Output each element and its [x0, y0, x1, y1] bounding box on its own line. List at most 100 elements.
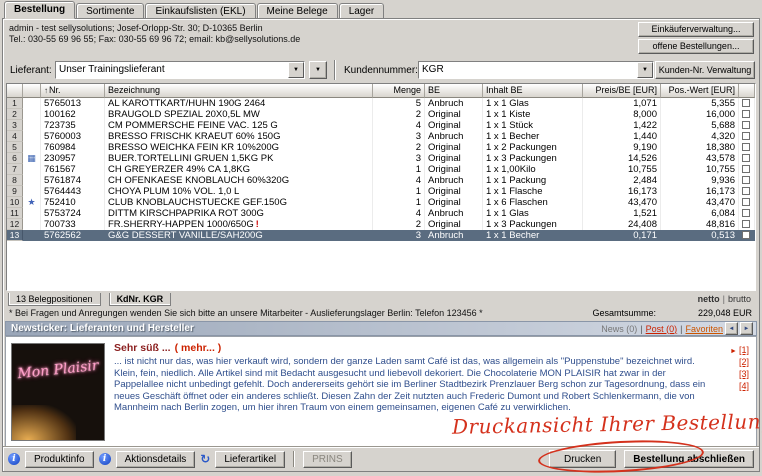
tab-meine-belege[interactable]: Meine Belege — [257, 3, 338, 18]
column-header-be[interactable]: BE — [425, 84, 483, 98]
aktionsdetails-button[interactable]: Aktionsdetails — [116, 451, 196, 468]
post-link[interactable]: Post (0) — [646, 324, 678, 334]
row-checkbox[interactable] — [742, 143, 750, 151]
warning-flag: ! — [256, 219, 259, 229]
row-checkbox[interactable] — [742, 132, 750, 140]
news-page-link[interactable]: [4] — [739, 381, 749, 391]
content-per-unit: 1 x 1 Stück — [483, 120, 583, 131]
tab-bestellung[interactable]: Bestellung — [4, 1, 75, 19]
info-icon[interactable]: i — [99, 453, 111, 465]
column-header-menge[interactable]: Menge — [373, 84, 425, 98]
netto-link[interactable]: netto — [698, 294, 720, 304]
table-row[interactable]: 5760984BRESSO WEICHKA FEIN KR 10%200G2Or… — [7, 142, 755, 153]
quantity: 1 — [373, 186, 425, 197]
article-name: BRESSO FRISCHK KRAEUT 60% 150G — [105, 131, 373, 142]
news-page-link[interactable]: [1] — [739, 345, 749, 355]
info-icon[interactable]: i — [8, 453, 20, 465]
belegpositionen-tab[interactable]: 13 Belegpositionen — [8, 293, 101, 306]
table-row[interactable]: 6▦230957BUER.TORTELLINI GRUEN 1,5KG PK3O… — [7, 153, 755, 164]
row-checkbox[interactable] — [742, 99, 750, 107]
table-row[interactable]: 45760003BRESSO FRISCHK KRAEUT 60% 150G3A… — [7, 131, 755, 142]
prev-news-icon[interactable]: ◄ — [725, 322, 738, 335]
next-news-icon[interactable]: ► — [740, 322, 753, 335]
tab-einkaufslisten-ekl[interactable]: Einkaufslisten (EKL) — [145, 3, 255, 18]
lieferant-value: Unser Trainingslieferant — [56, 62, 288, 78]
row-checkbox-cell — [739, 120, 755, 131]
tab-lager[interactable]: Lager — [339, 3, 385, 18]
lieferartikel-button[interactable]: Lieferartikel — [215, 451, 285, 468]
row-number: 4 — [7, 131, 23, 142]
row-checkbox[interactable] — [742, 231, 750, 239]
table-row[interactable]: 85761874CH OFENKAESE KNOBLAUCH 60%320G4A… — [7, 175, 755, 186]
article-name: BUER.TORTELLINI GRUEN 1,5KG PK — [105, 153, 373, 164]
column-header-bezeichnung[interactable]: Bezeichnung — [105, 84, 373, 98]
unit-type: Original — [425, 219, 483, 230]
table-row[interactable]: 12700733FR.SHERRY-HAPPEN 1000/650G!2Orig… — [7, 219, 755, 230]
column-header-nr[interactable]: ↑Nr. — [41, 84, 105, 98]
row-checkbox[interactable] — [742, 110, 750, 118]
table-header-row: ↑Nr. Bezeichnung Menge BE Inhalt BE Prei… — [7, 84, 755, 98]
column-header-pos-wert[interactable]: Pos.-Wert [EUR] — [661, 84, 739, 98]
position-value: 43,470 — [661, 197, 739, 208]
row-checkbox[interactable] — [742, 121, 750, 129]
favoriten-link[interactable]: Favoriten — [685, 324, 723, 334]
brutto-link[interactable]: brutto — [728, 294, 751, 304]
article-number: 723735 — [41, 120, 105, 131]
table-row[interactable]: 10★752410CLUB KNOBLAUCHSTUECKE GEF.150G1… — [7, 197, 755, 208]
mehr-link[interactable]: ( mehr... ) — [175, 342, 222, 354]
tab-sortimente[interactable]: Sortimente — [76, 3, 144, 18]
quantity: 4 — [373, 175, 425, 186]
table-footer: 13 Belegpositionen KdNr. KGR netto|brutt… — [6, 292, 756, 306]
news-link[interactable]: News (0) — [601, 324, 637, 334]
produktinfo-button[interactable]: Produktinfo — [25, 451, 94, 468]
calendar-icon: ▦ — [27, 153, 36, 163]
table-row[interactable]: 135762562G&G DESSERT VANILLE/SAH200G3Anb… — [7, 230, 755, 241]
einkaeuferverwaltung-button[interactable]: Einkäuferverwaltung... — [638, 22, 754, 37]
order-table: ↑Nr. Bezeichnung Menge BE Inhalt BE Prei… — [6, 83, 756, 291]
chevron-down-icon[interactable]: ▼ — [637, 62, 653, 78]
bestellung-abschliessen-button[interactable]: Bestellung abschließen — [624, 450, 754, 468]
content-per-unit: 1 x 1 Becher — [483, 230, 583, 241]
table-row[interactable]: 95764443CHOYA PLUM 10% VOL. 1,0 L1Origin… — [7, 186, 755, 197]
kdnr-tab[interactable]: KdNr. KGR — [109, 293, 172, 306]
row-checkbox[interactable] — [742, 209, 750, 217]
quantity: 3 — [373, 153, 425, 164]
row-checkbox-cell — [739, 164, 755, 175]
row-checkbox[interactable] — [742, 176, 750, 184]
content-per-unit: 1 x 3 Packungen — [483, 153, 583, 164]
kunden-nr-verwaltung-button[interactable]: Kunden-Nr. Verwaltung — [655, 61, 755, 79]
news-image[interactable]: Mon Plaisir — [11, 343, 105, 441]
drucken-button[interactable]: Drucken — [549, 450, 616, 468]
column-header-inhalt-be[interactable]: Inhalt BE — [483, 84, 583, 98]
row-checkbox[interactable] — [742, 220, 750, 228]
table-row[interactable]: 115753724DITTM KIRSCHPAPRIKA ROT 300G4An… — [7, 208, 755, 219]
row-checkbox[interactable] — [742, 165, 750, 173]
article-name: BRESSO WEICHKA FEIN KR 10%200G — [105, 142, 373, 153]
position-value: 6,084 — [661, 208, 739, 219]
row-checkbox[interactable] — [742, 187, 750, 195]
news-page-link[interactable]: [2] — [739, 357, 749, 367]
chevron-down-icon[interactable]: ▼ — [288, 62, 304, 78]
row-checkbox[interactable] — [742, 198, 750, 206]
row-checkbox[interactable] — [742, 154, 750, 162]
table-row[interactable]: 15765013AL KAROTTKART/HUHN 190G 24645Anb… — [7, 98, 755, 109]
row-icon-cell — [23, 208, 41, 219]
news-page-link[interactable]: [3] — [739, 369, 749, 379]
position-value: 43,578 — [661, 153, 739, 164]
row-number: 6 — [7, 153, 23, 164]
price-per-unit: 0,171 — [583, 230, 661, 241]
position-value: 5,355 — [661, 98, 739, 109]
table-row[interactable]: 3723735CM POMMERSCHE FEINE VAC. 125 G4Or… — [7, 120, 755, 131]
lieferant-combobox[interactable]: Unser Trainingslieferant ▼ — [55, 61, 305, 79]
table-row[interactable]: 7761567CH GREYERZER 49% CA 1,8KG1Origina… — [7, 164, 755, 175]
lieferant-history-dropdown-button[interactable]: ▼ — [309, 61, 327, 79]
offene-bestellungen-button[interactable]: offene Bestellungen... — [638, 39, 754, 54]
refresh-icon[interactable]: ↻ — [200, 452, 210, 466]
article-name: FR.SHERRY-HAPPEN 1000/650G! — [105, 219, 373, 230]
kundennummer-combobox[interactable]: KGR ▼ — [418, 61, 654, 79]
pipe-separator: | — [723, 294, 725, 304]
column-header-preis-be[interactable]: Preis/BE [EUR] — [583, 84, 661, 98]
quantity: 4 — [373, 120, 425, 131]
price-per-unit: 1,422 — [583, 120, 661, 131]
table-row[interactable]: 2100162BRAUGOLD SPEZIAL 20X0,5L MW2Origi… — [7, 109, 755, 120]
